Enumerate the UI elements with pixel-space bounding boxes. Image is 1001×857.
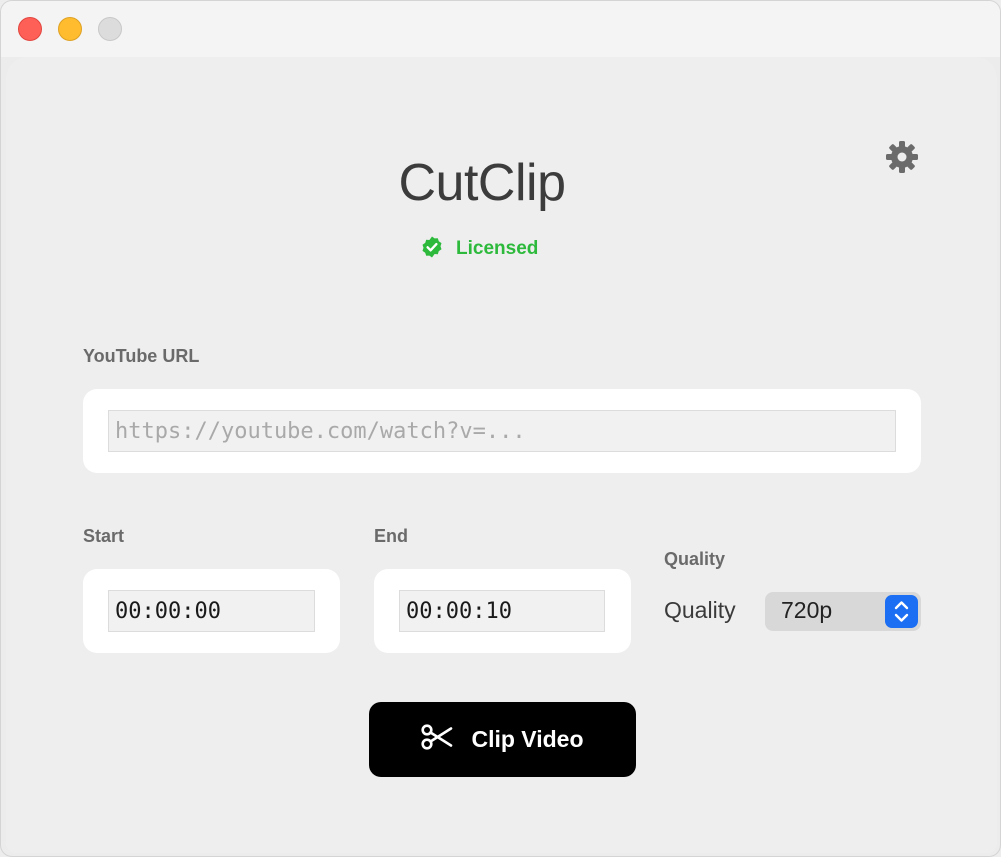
quality-field-label: Quality <box>664 597 736 623</box>
quality-selected-value: 720p <box>781 597 833 623</box>
chevron-updown-icon[interactable] <box>885 595 918 628</box>
quality-select[interactable]: 720p <box>765 592 921 631</box>
url-label: YouTube URL <box>83 346 200 366</box>
start-time-input[interactable] <box>108 590 315 632</box>
app-title: CutClip <box>398 154 567 212</box>
license-label: Licensed <box>456 238 539 259</box>
end-label: End <box>374 526 408 546</box>
window-close-button[interactable] <box>18 17 42 41</box>
clip-video-button[interactable]: Clip Video <box>369 702 636 777</box>
clip-video-label: Clip Video <box>471 726 584 752</box>
window-zoom-button[interactable] <box>98 17 122 41</box>
license-status: Licensed <box>420 236 538 262</box>
title-bar <box>1 1 1000 57</box>
scissors-icon <box>421 724 453 755</box>
verified-badge-icon <box>420 235 444 264</box>
youtube-url-input[interactable] <box>108 410 896 452</box>
app-window: CutClip Licensed YouTube URL Start End Q… <box>0 0 1001 857</box>
end-card <box>374 569 631 653</box>
start-label: Start <box>83 526 125 546</box>
url-card <box>83 389 921 473</box>
end-time-input[interactable] <box>399 590 605 632</box>
start-card <box>83 569 340 653</box>
window-minimize-button[interactable] <box>58 17 82 41</box>
quality-section-label: Quality <box>664 549 726 569</box>
